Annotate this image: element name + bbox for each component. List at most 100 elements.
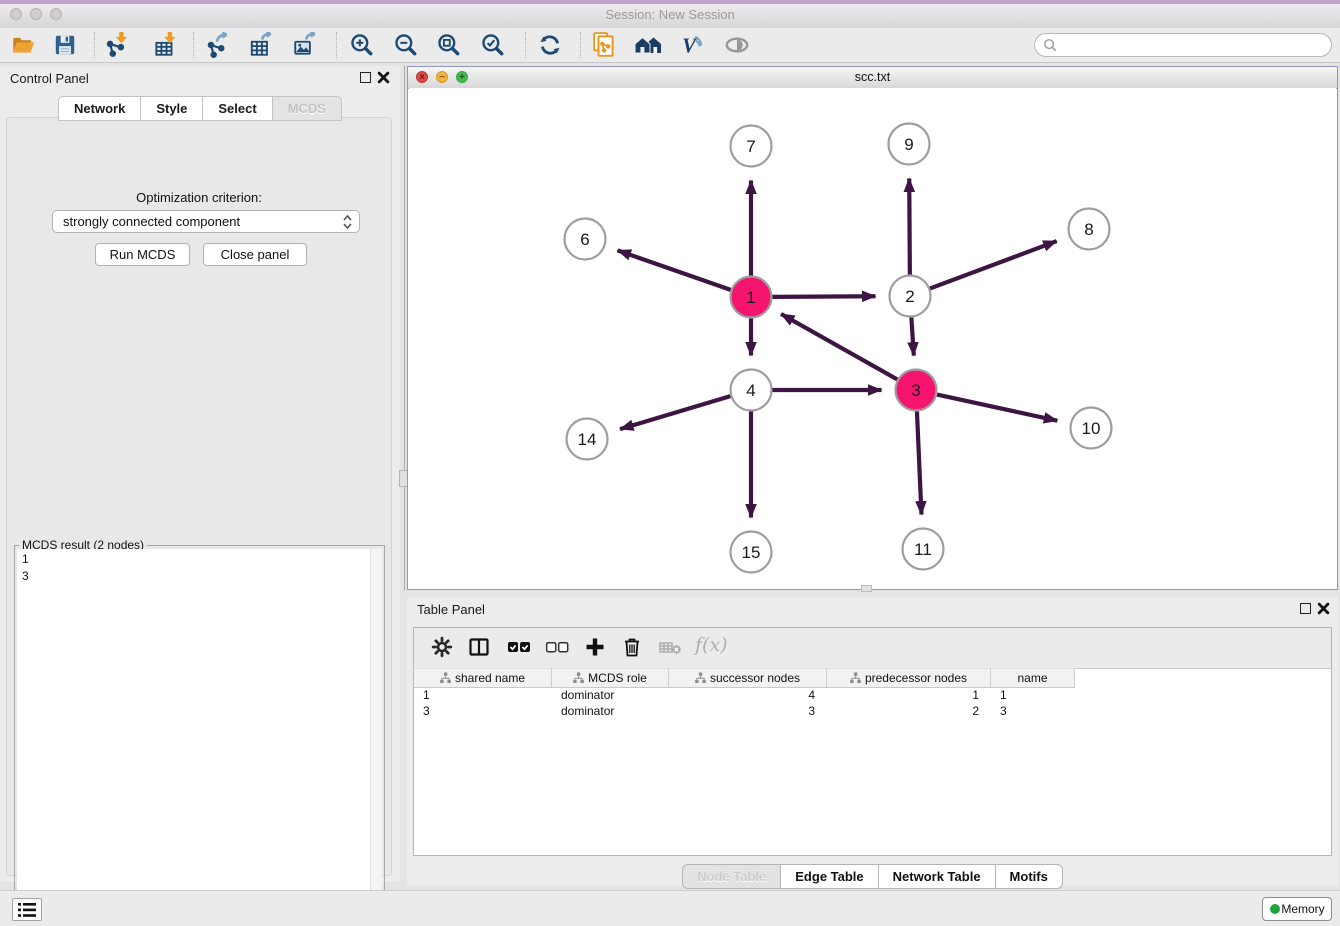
table-cell[interactable]: 1 <box>827 687 991 703</box>
apply-style-icon[interactable]: V <box>679 32 705 58</box>
panel-split-divider[interactable] <box>404 66 405 590</box>
graph-edge-3-10[interactable] <box>937 395 1057 421</box>
tab-node-table[interactable]: Node Table <box>682 864 780 889</box>
export-image-icon[interactable] <box>292 32 318 58</box>
zoom-out-icon[interactable] <box>393 32 419 58</box>
network-canvas[interactable]: 1234678910111415 <box>409 88 1336 588</box>
graph-node-label: 1 <box>746 288 755 307</box>
graph-node-label: 9 <box>904 135 913 154</box>
network-window-title: scc.txt <box>408 70 1337 84</box>
table-panel: Table Panel <box>407 597 1338 886</box>
zoom-in-icon[interactable] <box>349 32 375 58</box>
tree-column-icon <box>573 672 584 684</box>
main-toolbar: V <box>0 28 1340 63</box>
open-session-icon[interactable] <box>10 32 36 58</box>
table-cell[interactable]: 3 <box>991 703 1075 719</box>
deselect-all-icon[interactable] <box>545 636 569 660</box>
graph-node-label: 8 <box>1084 220 1093 239</box>
memory-status-dot <box>1270 904 1280 914</box>
network-graph[interactable]: 1234678910111415 <box>409 88 1336 588</box>
window-title: Session: New Session <box>0 7 1340 22</box>
table-cell[interactable]: dominator <box>552 687 669 703</box>
graph-edge-2-9[interactable] <box>909 178 910 274</box>
column-header-predecessor-nodes[interactable]: predecessor nodes <box>827 668 991 687</box>
split-view-icon[interactable] <box>468 636 492 660</box>
refresh-icon[interactable] <box>537 32 563 58</box>
title-bar: Session: New Session <box>0 0 1340 29</box>
import-table-icon[interactable] <box>152 32 178 58</box>
show-details-eye-icon[interactable] <box>724 32 750 58</box>
column-label: MCDS role <box>588 671 647 685</box>
table-panel-title: Table Panel <box>417 602 485 617</box>
delete-table-icon[interactable] <box>658 636 682 660</box>
graph-edge-2-8[interactable] <box>930 241 1057 288</box>
result-scrollbar[interactable] <box>370 549 382 923</box>
close-panel-button[interactable]: Close panel <box>203 243 307 266</box>
column-label: successor nodes <box>710 671 800 685</box>
table-row[interactable]: 1dominator411 <box>414 687 1075 703</box>
tab-mcds[interactable]: MCDS <box>272 96 342 121</box>
table-cell[interactable]: dominator <box>552 703 669 719</box>
graph-edge-3-11[interactable] <box>917 411 922 514</box>
graph-edge-4-14[interactable] <box>620 396 730 429</box>
memory-button[interactable]: Memory <box>1262 897 1332 921</box>
horizontal-split-grip[interactable] <box>861 585 872 592</box>
task-history-button[interactable] <box>12 898 42 921</box>
graph-node-label: 11 <box>914 540 932 559</box>
tab-network-table[interactable]: Network Table <box>878 864 995 889</box>
delete-row-icon[interactable] <box>621 636 645 660</box>
zoom-selected-icon[interactable] <box>480 32 506 58</box>
column-label: predecessor nodes <box>865 671 967 685</box>
zoom-fit-icon[interactable] <box>436 32 462 58</box>
control-panel-close-icon[interactable] <box>377 71 390 84</box>
home-icon[interactable] <box>634 32 660 58</box>
table-cell[interactable]: 4 <box>669 687 827 703</box>
table-panel-close-icon[interactable] <box>1317 602 1330 615</box>
run-mcds-button[interactable]: Run MCDS <box>95 243 190 266</box>
graph-node-label: 7 <box>746 137 755 156</box>
optimization-criterion-select[interactable]: strongly connected component <box>52 210 360 233</box>
search-input[interactable] <box>1034 33 1332 57</box>
table-cell[interactable]: 3 <box>669 703 827 719</box>
network-window-titlebar[interactable]: × − + scc.txt <box>408 67 1337 89</box>
table-settings-icon[interactable] <box>431 636 455 660</box>
table-cell[interactable]: 2 <box>827 703 991 719</box>
table-cell[interactable]: 1 <box>991 687 1075 703</box>
column-header-successor-nodes[interactable]: successor nodes <box>669 668 827 687</box>
screen-edge-strip <box>0 0 1340 4</box>
column-header-shared-name[interactable]: shared name <box>414 668 552 687</box>
tab-network[interactable]: Network <box>58 96 140 121</box>
function-builder-icon[interactable]: f(x) <box>695 634 728 656</box>
import-network-icon[interactable] <box>103 32 129 58</box>
save-session-icon[interactable] <box>52 32 78 58</box>
toolbar-separator <box>525 32 526 58</box>
tab-select[interactable]: Select <box>202 96 271 121</box>
table-panel-float-button[interactable] <box>1300 603 1311 614</box>
column-header-mcds-role[interactable]: MCDS role <box>552 668 669 687</box>
graph-edge-2-3[interactable] <box>911 317 913 355</box>
graph-edge-3-1[interactable] <box>781 314 897 380</box>
export-table-icon[interactable] <box>248 32 274 58</box>
control-panel-tabs: NetworkStyleSelectMCDS <box>0 96 400 121</box>
tab-edge-table[interactable]: Edge Table <box>780 864 877 889</box>
tab-motifs[interactable]: Motifs <box>995 864 1063 889</box>
table-cell[interactable]: 3 <box>414 703 552 719</box>
export-network-icon[interactable] <box>205 32 231 58</box>
select-all-icon[interactable] <box>507 636 531 660</box>
column-label: name <box>1017 671 1047 685</box>
control-panel-float-button[interactable] <box>360 72 371 83</box>
toolbar-separator <box>580 32 581 58</box>
column-header-name[interactable]: name <box>991 668 1075 687</box>
table-row[interactable]: 3dominator323 <box>414 703 1075 719</box>
table-header-row: shared name MCDS role successor nodes prede… <box>414 668 1075 688</box>
tree-column-icon <box>695 672 706 684</box>
add-row-icon[interactable] <box>584 636 608 660</box>
graph-edge-1-6[interactable] <box>618 250 731 290</box>
mcds-result-text: 1 3 <box>22 551 29 585</box>
mcds-result-area[interactable]: 1 3 <box>17 549 382 923</box>
table-cell[interactable]: 1 <box>414 687 552 703</box>
clone-network-icon[interactable] <box>592 32 618 58</box>
graph-edge-1-2[interactable] <box>772 296 875 297</box>
tab-style[interactable]: Style <box>140 96 202 121</box>
toolbar-separator <box>94 32 95 58</box>
